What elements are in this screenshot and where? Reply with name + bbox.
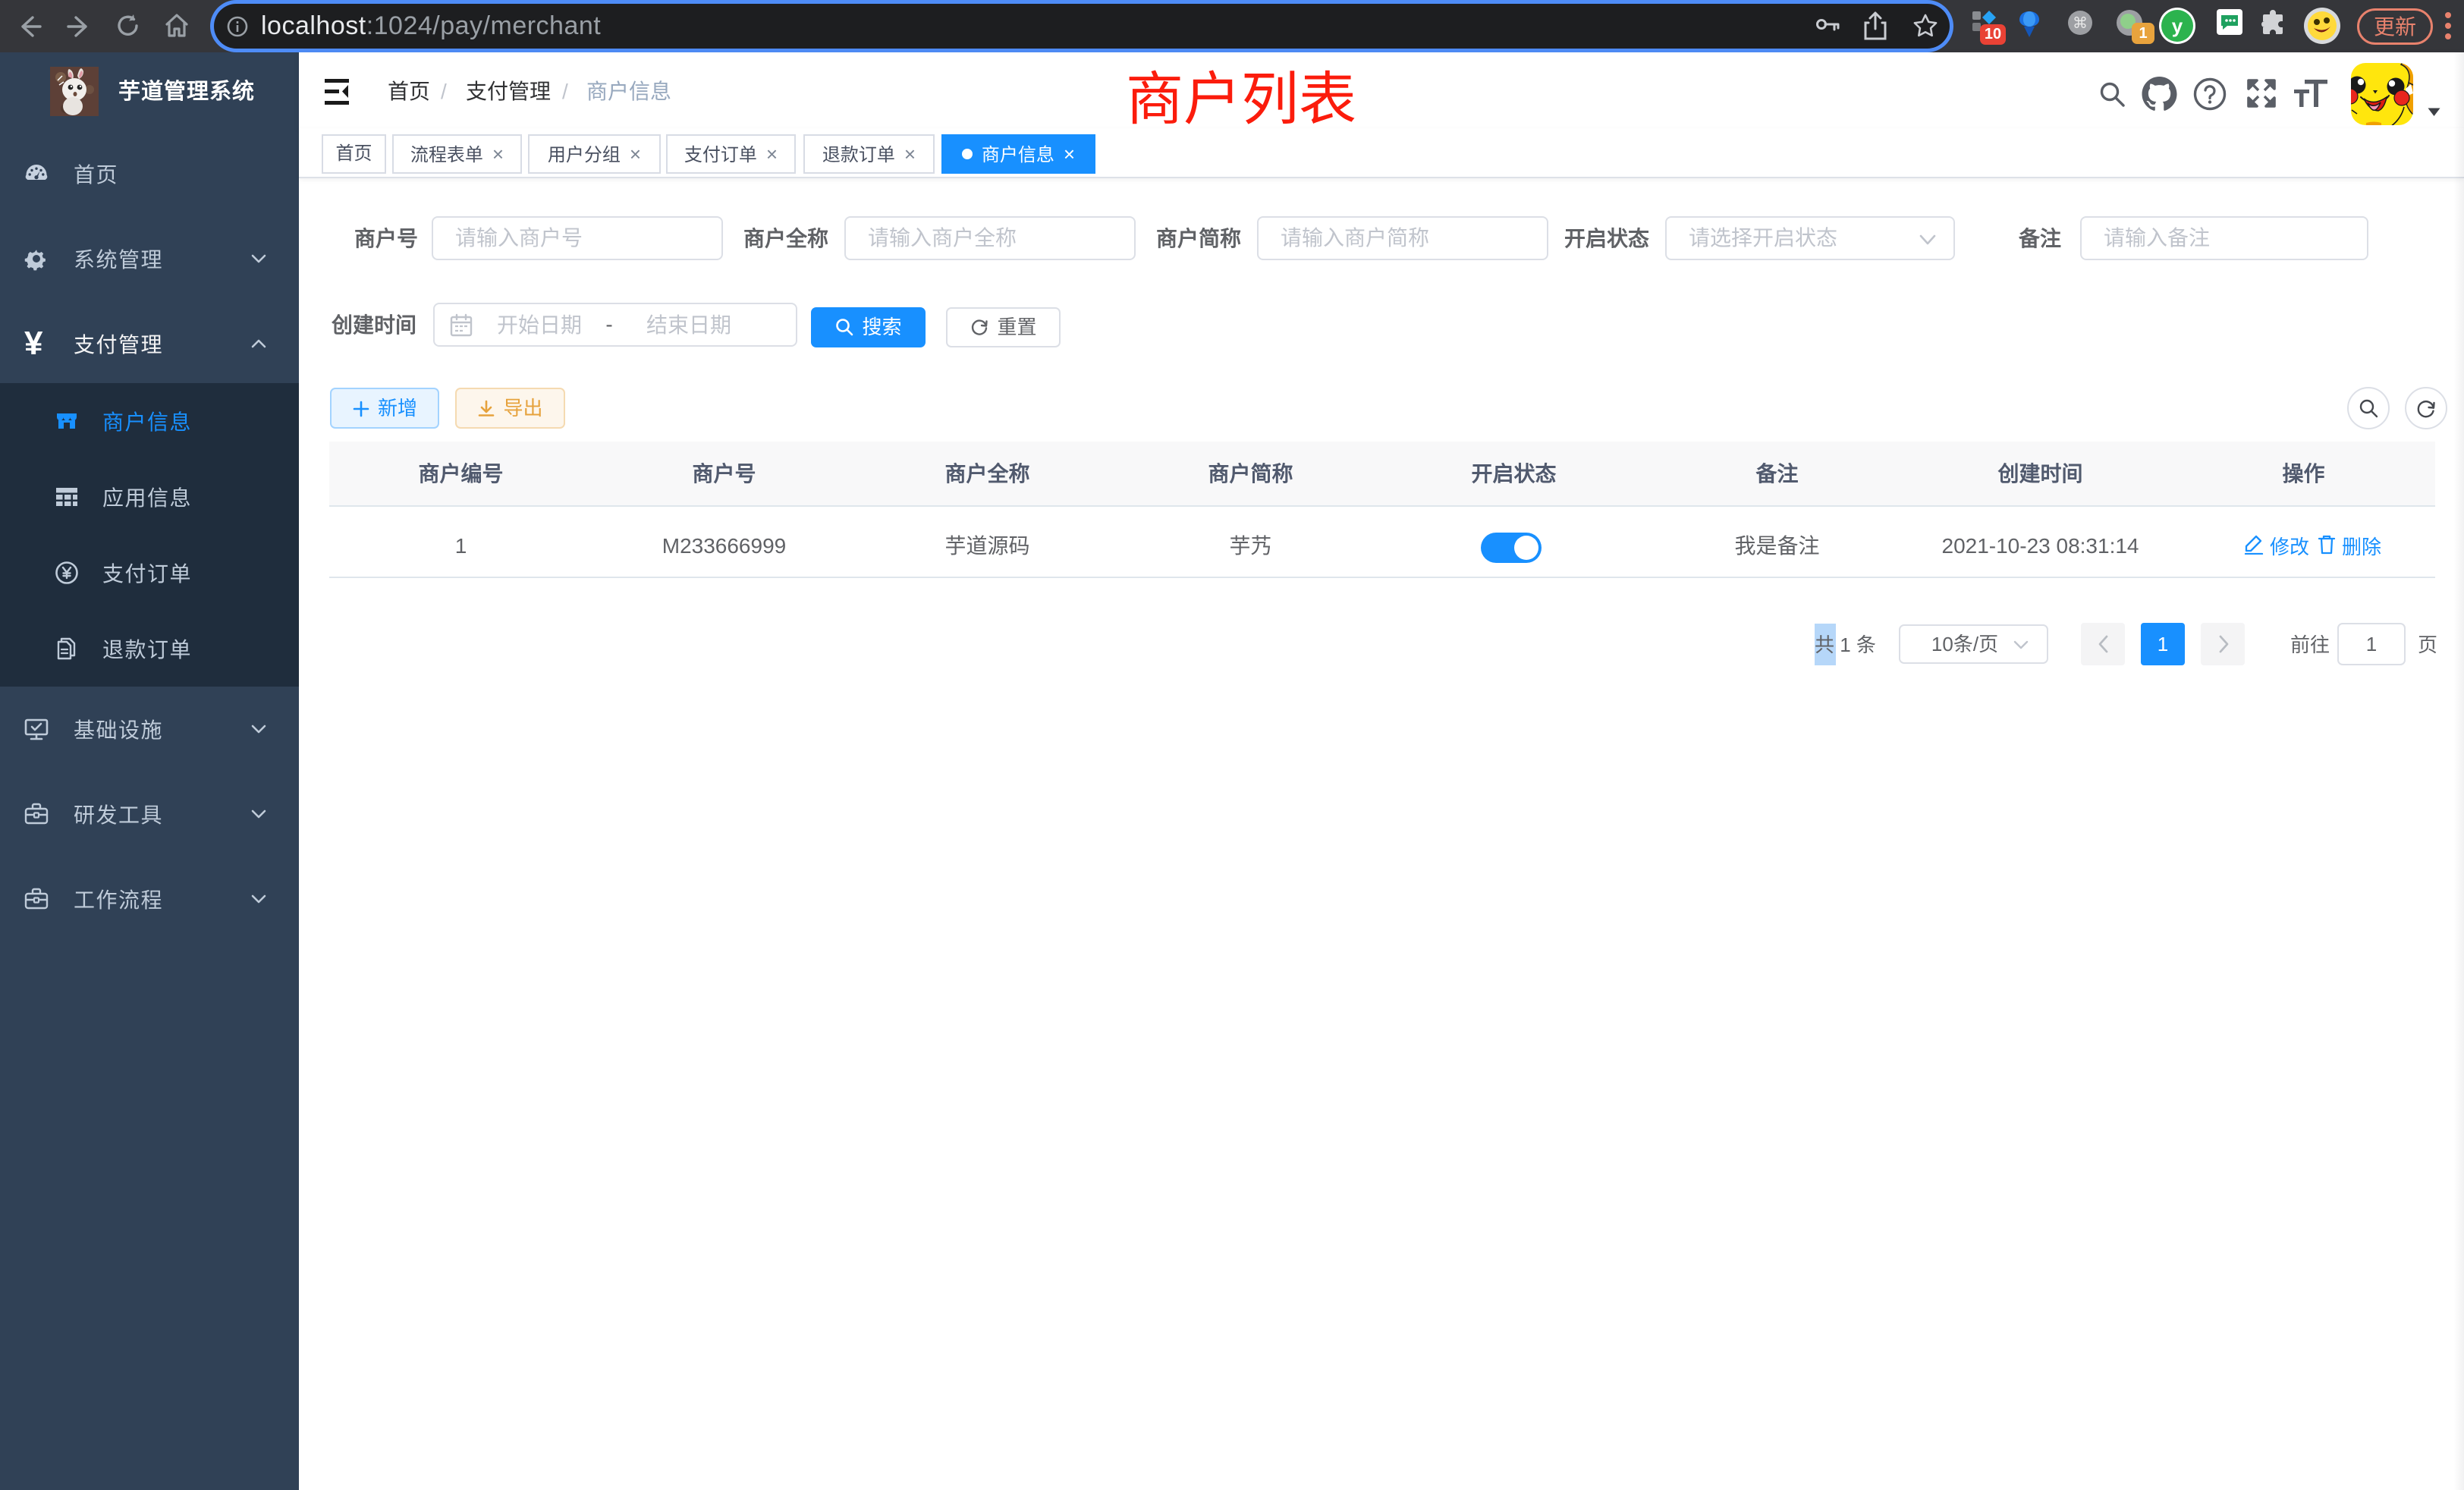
svg-text:y: y — [2172, 14, 2183, 37]
svg-text:⌘: ⌘ — [2073, 15, 2088, 32]
